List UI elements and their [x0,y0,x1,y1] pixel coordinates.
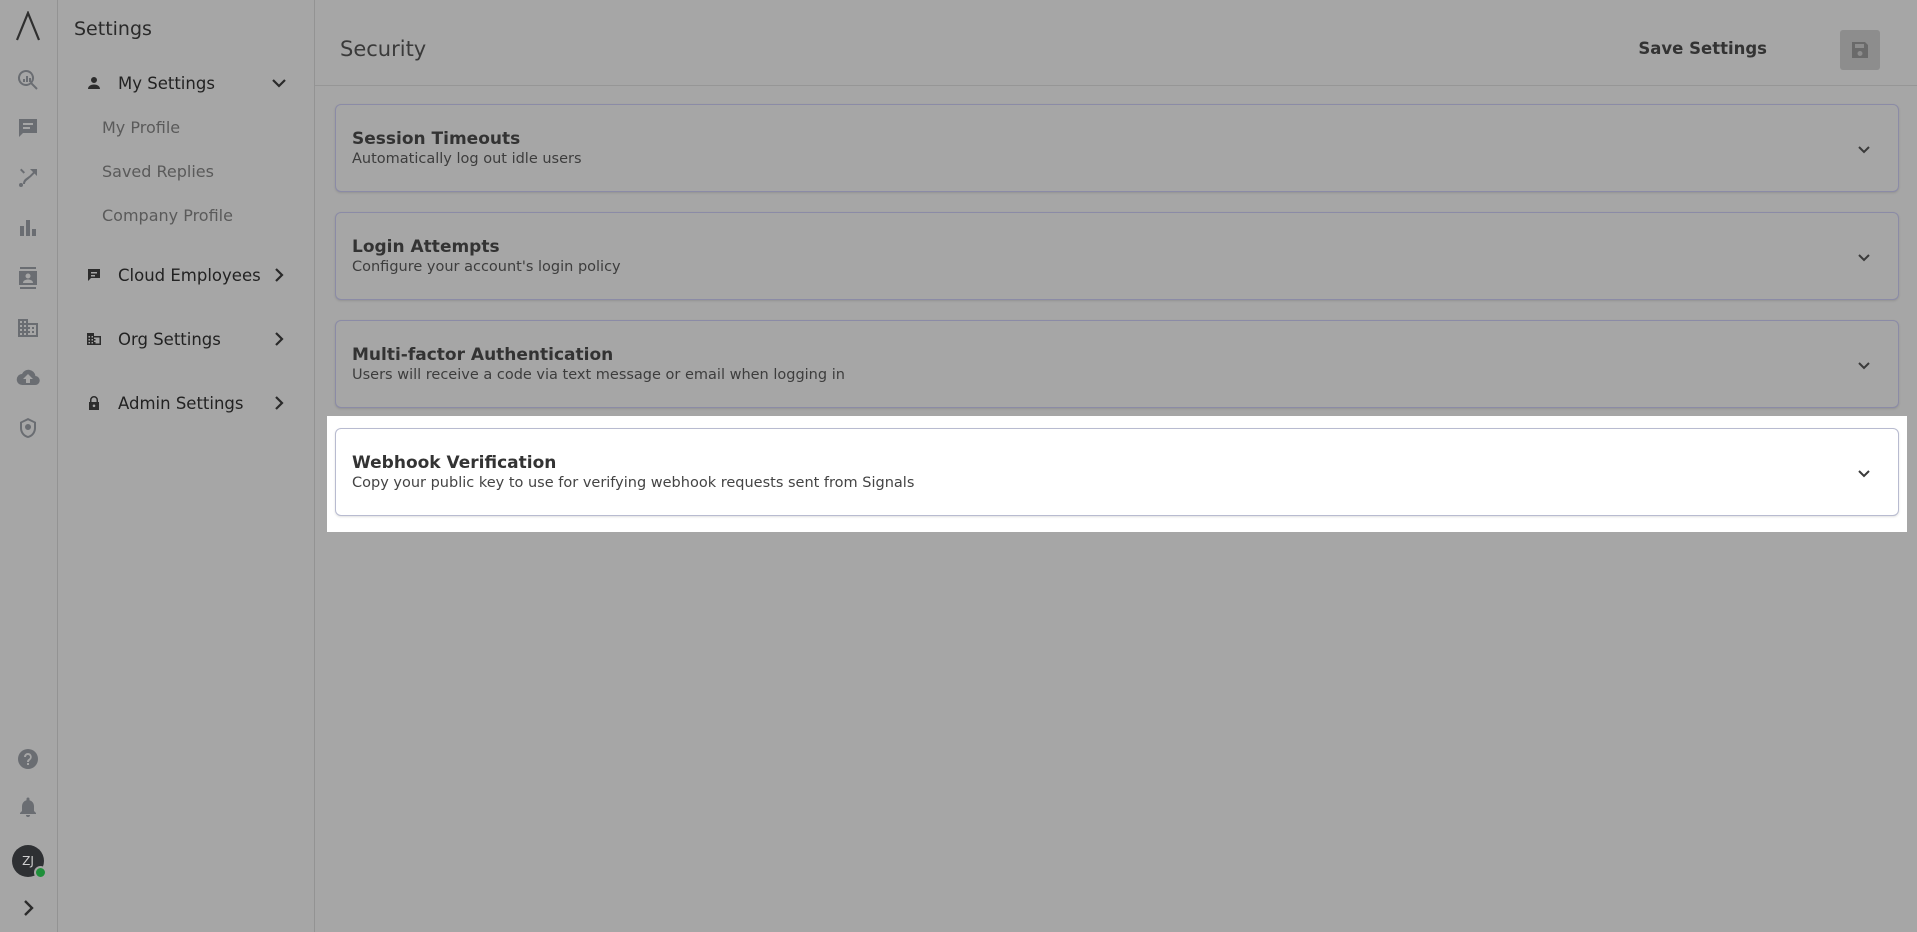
expand-icon[interactable] [14,894,42,922]
badge-icon[interactable] [14,414,42,442]
lock-icon [86,395,102,411]
panel-session-timeouts[interactable]: Session Timeouts Automatically log out i… [335,104,1899,192]
page-header: Security Save Settings [315,0,1917,86]
sidebar-item-label: Admin Settings [118,393,244,413]
building-icon[interactable] [14,314,42,342]
page-title: Security [340,37,427,61]
panel-title: Webhook Verification [352,453,557,473]
sidebar-item-my-settings[interactable]: My Settings [58,68,315,98]
bar-chart-icon[interactable] [14,214,42,242]
sidebar-item-label: My Settings [118,73,215,93]
settings-sidebar: Settings My Settings My Profile Saved Re… [58,0,315,932]
sidebar-item-my-profile[interactable]: My Profile [102,118,180,137]
sidebar-item-admin-settings[interactable]: Admin Settings [58,388,315,418]
sidebar-item-org-settings[interactable]: Org Settings [58,324,315,354]
person-icon [86,75,102,91]
chevron-down-icon[interactable] [1854,463,1874,483]
chevron-right-icon [269,393,289,413]
cloud-upload-icon[interactable] [14,364,42,392]
avatar[interactable]: ZJ [12,845,47,879]
panel-title: Login Attempts [352,237,500,257]
panel-multi-factor-authentication[interactable]: Multi-factor Authentication Users will r… [335,320,1899,408]
chevron-down-icon [269,73,289,93]
save-settings-button[interactable]: Save Settings [1638,39,1767,58]
online-status-dot [34,866,47,879]
sidebar-item-cloud-employees[interactable]: Cloud Employees [58,260,315,290]
chevron-down-icon[interactable] [1854,247,1874,267]
routing-icon[interactable] [14,164,42,192]
chevron-down-icon[interactable] [1854,355,1874,375]
bell-icon[interactable] [14,793,42,821]
panel-login-attempts[interactable]: Login Attempts Configure your account's … [335,212,1899,300]
panel-description: Copy your public key to use for verifyin… [352,475,915,491]
building-icon [86,331,102,347]
save-icon [1852,42,1868,58]
chat-icon [86,267,102,283]
panel-title: Session Timeouts [352,129,521,149]
chat-icon[interactable] [14,114,42,142]
chevron-right-icon [269,265,289,285]
search-analytics-icon[interactable] [14,66,42,94]
main-content: Security Save Settings Session Timeouts … [315,0,1917,932]
logo-icon[interactable] [14,11,42,41]
help-icon[interactable] [14,745,42,773]
panel-description: Configure your account's login policy [352,259,621,275]
contacts-icon[interactable] [14,264,42,292]
save-icon-button[interactable] [1840,30,1880,70]
chevron-down-icon[interactable] [1854,139,1874,159]
panel-description: Automatically log out idle users [352,151,582,167]
avatar-initials: ZJ [22,854,34,868]
sidebar-title: Settings [74,18,152,40]
sidebar-item-label: Cloud Employees [118,265,261,285]
panel-webhook-verification[interactable]: Webhook Verification Copy your public ke… [335,428,1899,516]
icon-rail: ZJ [0,0,58,932]
sidebar-item-company-profile[interactable]: Company Profile [102,206,233,225]
sidebar-item-label: Org Settings [118,329,221,349]
panel-description: Users will receive a code via text messa… [352,367,845,383]
chevron-right-icon [269,329,289,349]
sidebar-item-saved-replies[interactable]: Saved Replies [102,162,214,181]
panel-title: Multi-factor Authentication [352,345,614,365]
